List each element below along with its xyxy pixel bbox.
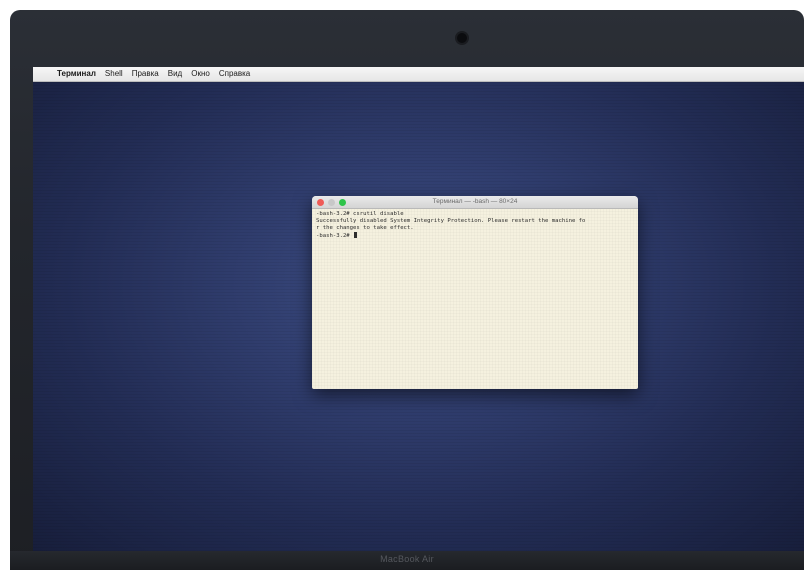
- menu-item-edit[interactable]: Правка: [132, 67, 159, 81]
- terminal-prompt: -bash-3.2#: [316, 233, 354, 239]
- laptop-chin: MacBook Air: [10, 551, 804, 570]
- camera-icon: [457, 33, 467, 43]
- photo: Терминал Shell Правка Вид Окно Справка Т…: [0, 0, 806, 572]
- menu-item-terminal[interactable]: Терминал: [57, 67, 96, 81]
- menu-item-shell[interactable]: Shell: [105, 67, 123, 81]
- menu-bar: Терминал Shell Правка Вид Окно Справка: [33, 67, 804, 82]
- terminal-titlebar[interactable]: Терминал — -bash — 80×24: [312, 196, 638, 209]
- terminal-window[interactable]: Терминал — -bash — 80×24 -bash-3.2# csru…: [312, 196, 638, 389]
- laptop-bezel: Терминал Shell Правка Вид Окно Справка Т…: [10, 10, 804, 570]
- terminal-line: r the changes to take effect.: [316, 225, 414, 231]
- terminal-line: Successfully disabled System Integrity P…: [316, 218, 586, 224]
- menu-item-view[interactable]: Вид: [168, 67, 182, 81]
- device-brand-label: MacBook Air: [380, 554, 434, 564]
- terminal-prompt-line: -bash-3.2#: [316, 232, 634, 240]
- terminal-line: -bash-3.2# csrutil disable: [316, 211, 404, 217]
- menu-item-window[interactable]: Окно: [191, 67, 210, 81]
- terminal-title: Терминал — -bash — 80×24: [432, 198, 518, 205]
- menu-item-help[interactable]: Справка: [219, 67, 250, 81]
- text-cursor-icon: [354, 232, 358, 238]
- screen: Терминал Shell Правка Вид Окно Справка Т…: [33, 67, 804, 551]
- terminal-output[interactable]: -bash-3.2# csrutil disable Successfully d…: [312, 209, 638, 242]
